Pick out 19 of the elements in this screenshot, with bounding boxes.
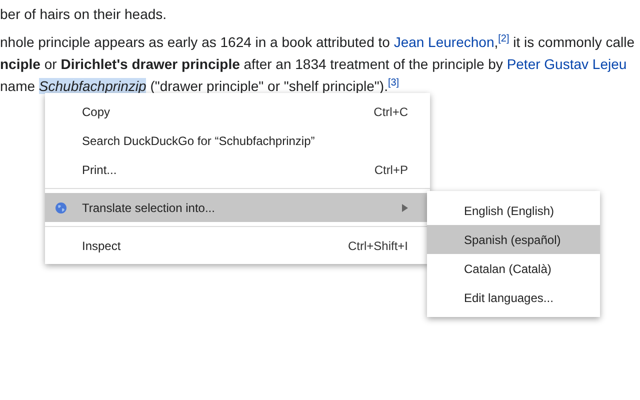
menu-item[interactable]: Inspect Ctrl+Shift+I <box>45 231 430 260</box>
paragraph-line: nciple or Dirichlet's drawer principle after an 1834 treatment of the principle by Peter Gustav Lejeu <box>0 55 628 74</box>
menu-item[interactable]: Catalan (Català) <box>427 254 600 283</box>
globe-icon <box>55 202 67 214</box>
submenu-arrow-icon <box>402 204 408 212</box>
paragraph-line: nhole principle appears as early as 1624 in a book attributed to Jean Leurechon,$^{[2]}$ it is commonly calle <box>0 32 636 52</box>
footnote-link[interactable]: [3] <box>388 77 400 88</box>
menu-item[interactable]: Translate selection into... <box>45 193 430 222</box>
paragraph-line: name Schubfachprinzip ("drawer principle" or "shelf principle").$^{[3]}$ <box>0 76 400 96</box>
menu-item[interactable]: Copy Ctrl+C <box>45 97 430 126</box>
menu-item[interactable]: Print... Ctrl+P <box>45 155 430 184</box>
link[interactable]: Peter Gustav Lejeu <box>506 56 627 72</box>
menu-item[interactable]: Edit languages... <box>427 283 600 312</box>
paragraph-line: ber of hairs on their heads. <box>0 5 168 24</box>
menu-item[interactable]: English (English) <box>427 196 600 225</box>
footnote-link[interactable]: [2] <box>498 33 510 44</box>
menu-item[interactable]: Search DuckDuckGo for “Schubfachprinzip” <box>45 126 430 155</box>
menu-item[interactable]: Spanish (español) <box>427 225 600 254</box>
link[interactable]: Jean Leurechon <box>394 34 494 50</box>
